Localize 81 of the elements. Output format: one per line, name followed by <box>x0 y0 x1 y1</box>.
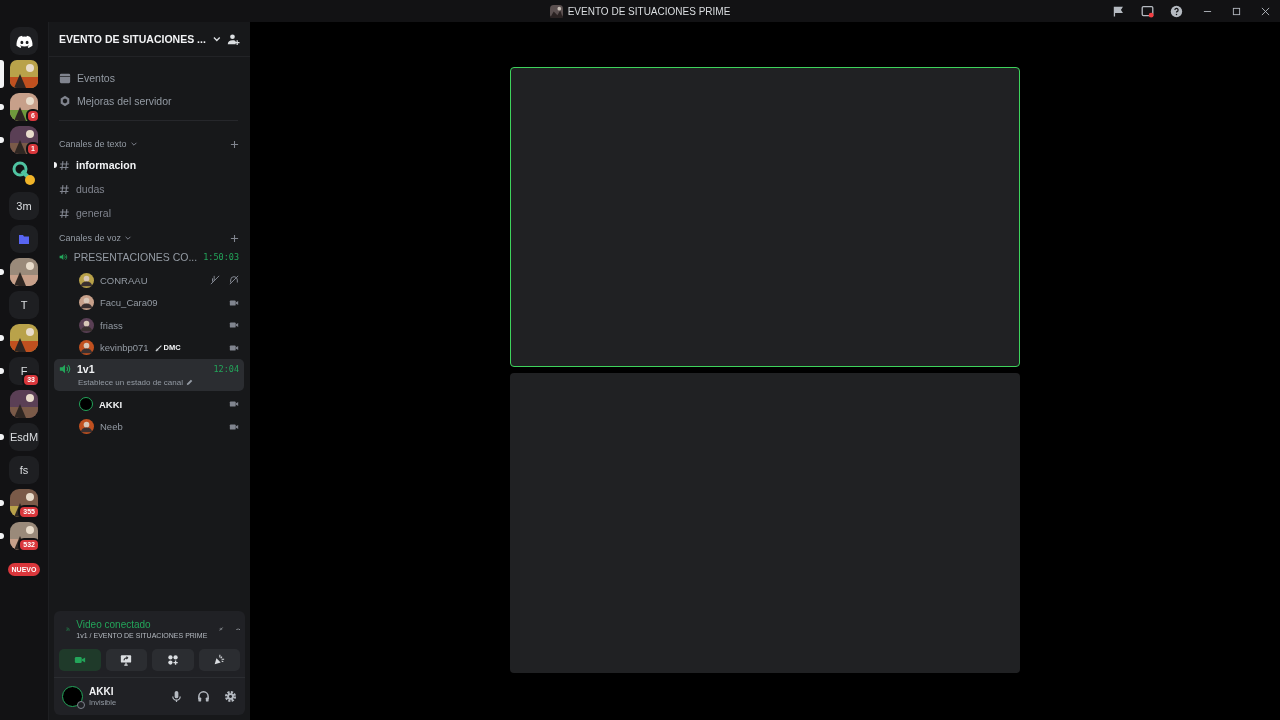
hash-icon <box>59 183 70 195</box>
screen-share-icon <box>120 654 133 666</box>
speaker-icon <box>59 251 68 263</box>
soundboard-icon <box>213 654 226 666</box>
screen-button[interactable] <box>105 649 147 671</box>
speaker-icon <box>59 363 71 375</box>
text-channel[interactable]: general <box>54 201 244 225</box>
chevron-icon <box>124 234 133 242</box>
user-name[interactable]: friass <box>100 319 123 331</box>
calendar-icon <box>59 71 71 84</box>
shortcut-item[interactable]: Mejoras del servidor <box>54 89 244 112</box>
voice-channel[interactable]: PRESENTACIONES CO... 1:50:03 <box>54 247 244 267</box>
flag-icon[interactable] <box>1112 4 1125 18</box>
server-button[interactable]: EsdM <box>9 423 39 451</box>
text-channel[interactable]: informacion <box>54 153 244 177</box>
unread-indicator <box>0 434 4 440</box>
shortcut-item[interactable]: Eventos <box>54 66 244 89</box>
camera-button[interactable] <box>59 649 101 671</box>
activities-button[interactable] <box>152 649 194 671</box>
boost-icon <box>59 94 71 107</box>
server-name[interactable]: EVENTO DE SITUACIONES ... <box>59 33 206 45</box>
category-header[interactable]: Canales de voz <box>59 233 122 243</box>
server-button[interactable]: fs <box>9 456 39 484</box>
microphone-icon[interactable] <box>170 690 183 703</box>
call-timer: 12:04 <box>213 364 239 374</box>
camera-icon <box>73 654 86 666</box>
unread-indicator <box>0 500 4 506</box>
help-icon[interactable] <box>1170 4 1183 18</box>
chevron-icon <box>129 140 138 148</box>
server-button[interactable]: 3m <box>9 192 39 220</box>
unread-indicator <box>0 137 4 143</box>
pacifier-icon[interactable] <box>10 159 38 187</box>
add-icon[interactable] <box>230 233 239 243</box>
camera-icon <box>229 399 239 410</box>
user-name[interactable]: AKKI <box>99 398 123 410</box>
hash-icon <box>59 207 70 219</box>
user-name: AKKI <box>89 686 115 697</box>
activities-icon <box>166 654 179 666</box>
selection-indicator <box>0 60 4 88</box>
add-icon[interactable] <box>230 139 239 149</box>
unread-indicator <box>0 368 4 374</box>
add-person-icon[interactable] <box>227 32 240 46</box>
unread-indicator <box>0 335 4 341</box>
server-button[interactable]: T <box>9 291 39 319</box>
folder-icon <box>18 233 30 245</box>
deafened-icon <box>229 275 239 286</box>
category-header[interactable]: Canales de texto <box>59 139 127 149</box>
hash-icon <box>59 159 70 171</box>
video-tile[interactable] <box>510 373 1020 673</box>
voice-channel[interactable]: 1v1 12:04 Establece un estado de canal <box>54 359 244 391</box>
user-name[interactable]: kevinbp071 <box>100 342 149 354</box>
discord-logo <box>15 34 33 48</box>
user-name[interactable]: Facu_Cara09 <box>100 297 158 309</box>
settings-icon[interactable] <box>224 690 237 703</box>
pencil-icon[interactable] <box>185 379 193 386</box>
soundboard-button[interactable] <box>198 649 240 671</box>
unread-indicator <box>0 104 4 110</box>
user-name[interactable]: CONRAAU <box>100 274 148 286</box>
channel-name: PRESENTACIONES CO... <box>73 251 198 263</box>
sword-icon <box>154 343 163 352</box>
channel-name: 1v1 <box>77 363 95 375</box>
call-timer: 1:50:03 <box>203 252 239 262</box>
user-name[interactable]: Neeb <box>100 421 123 433</box>
inbox-icon[interactable] <box>1141 4 1154 18</box>
maximize-icon[interactable] <box>1232 6 1241 16</box>
camera-icon <box>229 320 239 331</box>
text-channel[interactable]: dudas <box>54 177 244 201</box>
avatar[interactable] <box>62 686 83 707</box>
video-tile[interactable] <box>510 67 1020 367</box>
home-button[interactable] <box>10 27 38 55</box>
chevron-icon[interactable] <box>211 34 222 44</box>
muted-icon <box>210 275 220 286</box>
close-icon[interactable] <box>1261 6 1270 16</box>
folder-button[interactable] <box>10 225 38 253</box>
connection-status[interactable]: Video conectado <box>76 619 208 630</box>
channel-status[interactable]: Establece un estado de canal <box>78 378 183 387</box>
headphones-icon[interactable] <box>197 690 210 703</box>
avatar[interactable] <box>79 397 93 412</box>
window-title: EVENTO DE SITUACIONES PRIME <box>567 5 731 17</box>
unread-indicator <box>0 269 4 275</box>
unread-indicator <box>0 533 4 539</box>
